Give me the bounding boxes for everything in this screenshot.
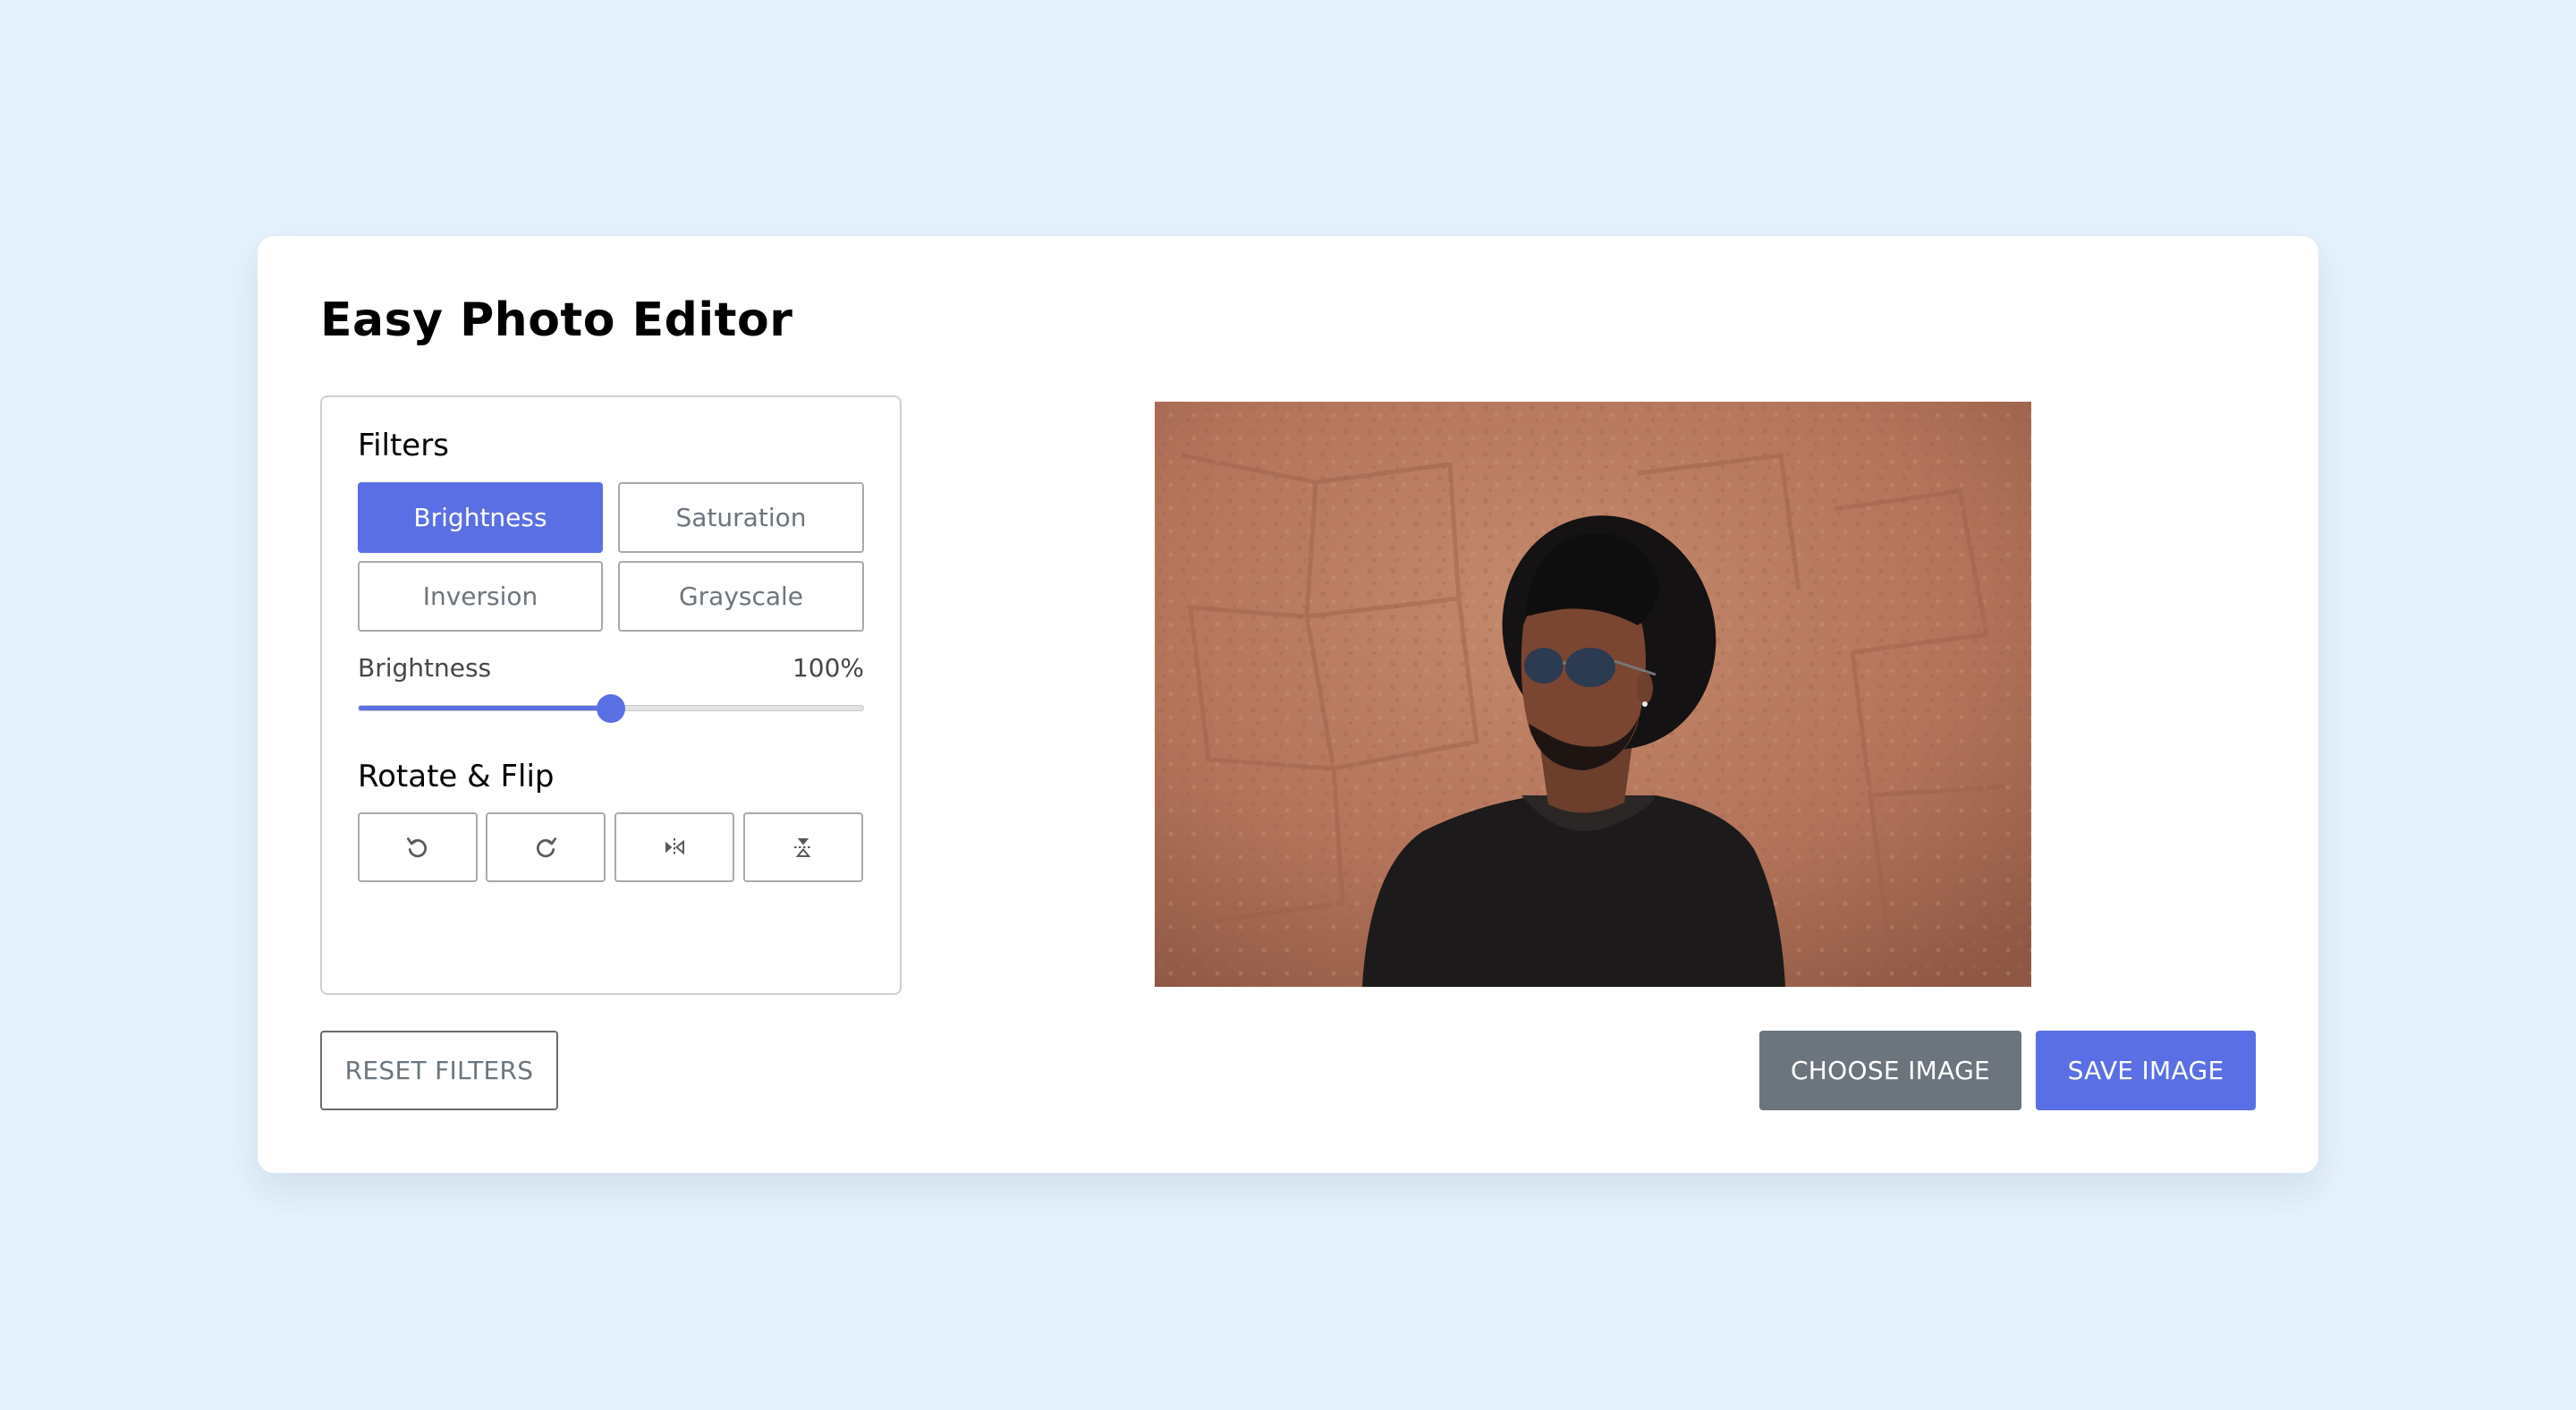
slider-thumb[interactable]	[597, 694, 625, 723]
rotate-right-icon	[536, 837, 556, 858]
editor-panel: Filters Brightness Saturation Inversion …	[320, 395, 902, 995]
slider-fill	[359, 706, 611, 710]
filter-grayscale-button[interactable]: Grayscale	[618, 561, 864, 632]
rotate-left-button[interactable]	[358, 812, 478, 882]
filters-heading: Filters	[358, 428, 449, 463]
filter-saturation-button[interactable]: Saturation	[618, 482, 864, 553]
page-title: Easy Photo Editor	[320, 293, 793, 347]
reset-filters-button[interactable]: RESET FILTERS	[320, 1031, 558, 1110]
filter-brightness-button[interactable]: Brightness	[358, 482, 603, 553]
slider-value: 100%	[792, 653, 864, 683]
flip-vertical-button[interactable]	[743, 812, 863, 882]
slider-name: Brightness	[358, 653, 492, 683]
save-image-button[interactable]: SAVE IMAGE	[2036, 1031, 2256, 1110]
brightness-slider[interactable]	[358, 694, 864, 723]
preview-photo	[1155, 402, 2031, 987]
editor-card: Easy Photo Editor Filters Brightness Sat…	[258, 236, 2318, 1173]
flip-vertical-icon	[794, 838, 812, 857]
slider-info: Brightness 100%	[358, 653, 864, 683]
flip-horizontal-icon	[665, 838, 684, 856]
image-preview	[1155, 402, 2031, 987]
flip-horizontal-button[interactable]	[614, 812, 734, 882]
rotate-flip-heading: Rotate & Flip	[358, 759, 555, 794]
choose-image-button[interactable]: CHOOSE IMAGE	[1759, 1031, 2021, 1110]
rotate-left-icon	[407, 837, 428, 858]
rotate-right-button[interactable]	[486, 812, 606, 882]
filter-inversion-button[interactable]: Inversion	[358, 561, 603, 632]
